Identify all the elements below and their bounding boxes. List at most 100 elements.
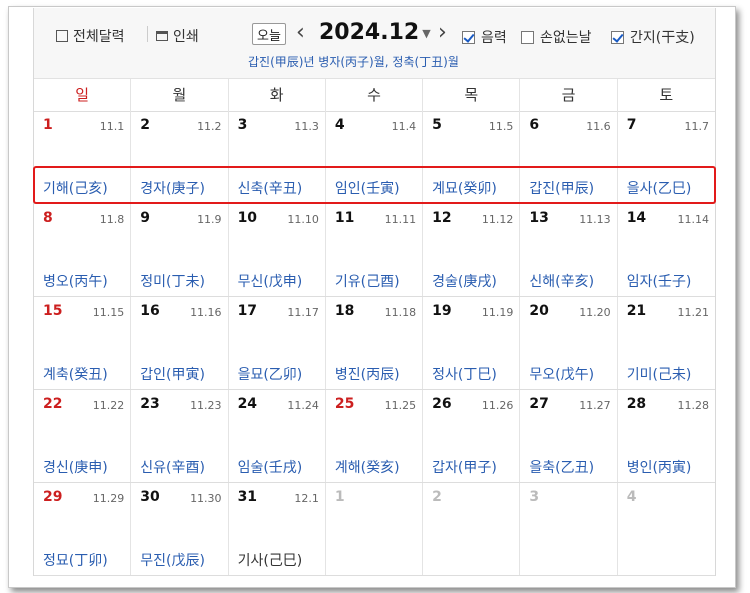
lunar-date: 11.19 (481, 306, 514, 319)
day-number: 1 (43, 117, 53, 133)
calendar-day-cell[interactable]: 4 11.4 임인(壬寅) (326, 111, 424, 203)
lunar-date: 11.10 (287, 213, 319, 226)
lunar-date: 11.13 (579, 213, 611, 226)
day-number: 31 (237, 489, 258, 505)
calendar-day-cell[interactable]: 27 11.27 을축(乙丑) (520, 390, 618, 482)
day-number: 2 (140, 117, 151, 133)
full-calendar-button[interactable]: 전체달력 (56, 26, 125, 46)
ganji-checkbox-box[interactable] (611, 30, 624, 44)
calendar-day-cell[interactable]: 17 11.17 을묘(乙卯) (229, 297, 326, 389)
lunar-date: 11.4 (391, 120, 417, 133)
day-ganji: 을축(乙丑) (529, 460, 595, 476)
calendar-day-cell[interactable]: 12 11.12 경술(庚戌) (423, 204, 521, 296)
weekday-sun: 일 (34, 79, 132, 111)
day-number: 20 (529, 303, 549, 319)
lunar-date: 11.6 (586, 120, 611, 133)
lunar-date: 11.14 (677, 213, 709, 226)
day-ganji: 갑자(甲子) (432, 460, 497, 476)
lunar-date: 11.1 (99, 120, 125, 133)
day-number: 26 (432, 396, 452, 412)
day-number: 14 (626, 210, 647, 226)
calendar-day-cell[interactable]: 2 11.2 경자(庚子) (131, 111, 229, 203)
lunar-date: 12.1 (294, 492, 319, 505)
day-ganji: 무오(戊午) (529, 367, 595, 383)
lunar-checkbox[interactable]: 음력 (462, 27, 507, 47)
calendar-day-cell[interactable]: 31 12.1 기사(己巳) (229, 483, 326, 575)
calendar-panel: 전체달력 인쇄 오늘 ‹ 2024.12 ▼ › 음력 손없는날 간지(干支) … (33, 8, 716, 576)
calendar-icon (56, 30, 68, 42)
calendar-day-cell[interactable]: 23 11.23 신유(辛酉) (131, 390, 229, 482)
lunar-date: 11.9 (197, 213, 222, 226)
calendar-day-cell[interactable]: 25 11.25 계해(癸亥) (326, 390, 424, 482)
day-number: 8 (43, 210, 53, 226)
day-number: 1 (334, 489, 345, 505)
month-selector[interactable]: 2024.12 ▼ (319, 20, 431, 45)
full-calendar-label: 전체달력 (73, 29, 125, 45)
calendar-day-cell[interactable]: 15 11.15 계축(癸丑) (34, 297, 132, 389)
calendar-day-cell[interactable]: 1 (326, 483, 424, 575)
day-ganji: 임자(壬子) (626, 274, 692, 290)
lunar-date: 11.27 (579, 399, 611, 412)
no-loss-day-checkbox[interactable]: 손없는날 (521, 27, 592, 47)
prev-month-arrow-icon[interactable]: ‹ (296, 22, 305, 44)
print-label: 인쇄 (173, 29, 199, 45)
calendar-day-cell[interactable]: 5 11.5 계묘(癸卯) (423, 111, 521, 203)
calendar-day-cell[interactable]: 18 11.18 병진(丙辰) (326, 297, 424, 389)
day-ganji: 정미(丁未) (140, 274, 205, 290)
calendar-day-cell[interactable]: 11 11.11 기유(己酉) (326, 204, 424, 296)
day-number: 4 (334, 117, 345, 133)
day-ganji: 계해(癸亥) (334, 460, 400, 476)
day-number: 30 (140, 489, 160, 505)
lunar-date: 11.23 (190, 399, 222, 412)
day-number: 21 (626, 303, 647, 319)
lunar-date: 11.11 (384, 213, 417, 226)
no-loss-day-checkbox-box[interactable] (521, 30, 534, 44)
day-ganji: 을묘(乙卯) (237, 367, 303, 383)
calendar-day-cell[interactable]: 21 11.21 기미(己未) (618, 297, 715, 389)
weekday-fri: 금 (520, 79, 618, 111)
calendar-day-cell[interactable]: 19 11.19 정사(丁巳) (423, 297, 521, 389)
calendar-day-cell[interactable]: 10 11.10 무신(戊申) (229, 204, 326, 296)
calendar-day-cell[interactable]: 20 11.20 무오(戊午) (520, 297, 618, 389)
calendar-day-cell[interactable]: 2 (423, 483, 521, 575)
calendar-day-cell[interactable]: 1 11.1 기해(己亥) (34, 111, 132, 203)
calendar-day-cell[interactable]: 14 11.14 임자(壬子) (618, 204, 715, 296)
day-number: 29 (43, 489, 63, 505)
day-number: 25 (334, 396, 355, 412)
calendar-day-cell[interactable]: 7 11.7 을사(乙巳) (618, 111, 715, 203)
calendar-grid: 1 11.1 기해(己亥) 2 11.2 경자(庚子) 3 11.3 신축(辛丑) 4 11.4 임인… (34, 111, 715, 576)
lunar-label: 음력 (481, 30, 507, 46)
lunar-date: 11.24 (287, 399, 319, 412)
today-button[interactable]: 오늘 (252, 23, 286, 45)
day-number: 23 (140, 396, 160, 412)
print-button[interactable]: 인쇄 (156, 26, 199, 46)
ganji-checkbox[interactable]: 간지(干支) (611, 27, 695, 47)
weekday-wed: 수 (326, 79, 424, 111)
calendar-day-cell[interactable]: 6 11.6 갑진(甲辰) (520, 111, 618, 203)
day-number: 2 (432, 489, 442, 505)
day-ganji: 계축(癸丑) (43, 367, 108, 383)
calendar-day-cell[interactable]: 26 11.26 갑자(甲子) (423, 390, 521, 482)
lunar-date: 11.26 (481, 399, 514, 412)
calendar-day-cell[interactable]: 8 11.8 병오(丙午) (34, 204, 132, 296)
next-month-arrow-icon[interactable]: › (438, 22, 447, 44)
calendar-day-cell[interactable]: 13 11.13 신해(辛亥) (520, 204, 618, 296)
calendar-day-cell[interactable]: 22 11.22 경신(庚申) (34, 390, 132, 482)
calendar-day-cell[interactable]: 24 11.24 임술(壬戌) (229, 390, 326, 482)
calendar-day-cell[interactable]: 16 11.16 갑인(甲寅) (131, 297, 229, 389)
day-number: 17 (237, 303, 258, 319)
calendar-day-cell[interactable]: 4 (618, 483, 715, 575)
day-number: 19 (432, 303, 452, 319)
day-ganji: 경술(庚戌) (432, 274, 497, 290)
day-ganji: 경신(庚申) (43, 460, 108, 476)
no-loss-day-label: 손없는날 (540, 30, 592, 46)
day-number: 27 (529, 396, 549, 412)
lunar-checkbox-box[interactable] (462, 30, 475, 44)
calendar-day-cell[interactable]: 9 11.9 정미(丁未) (131, 204, 229, 296)
calendar-day-cell[interactable]: 29 11.29 정묘(丁卯) (34, 483, 132, 575)
calendar-day-cell[interactable]: 3 11.3 신축(辛丑) (229, 111, 326, 203)
weekday-mon: 월 (131, 79, 229, 111)
calendar-day-cell[interactable]: 30 11.30 무진(戊辰) (131, 483, 229, 575)
calendar-day-cell[interactable]: 3 (520, 483, 618, 575)
calendar-day-cell[interactable]: 28 11.28 병인(丙寅) (618, 390, 715, 482)
